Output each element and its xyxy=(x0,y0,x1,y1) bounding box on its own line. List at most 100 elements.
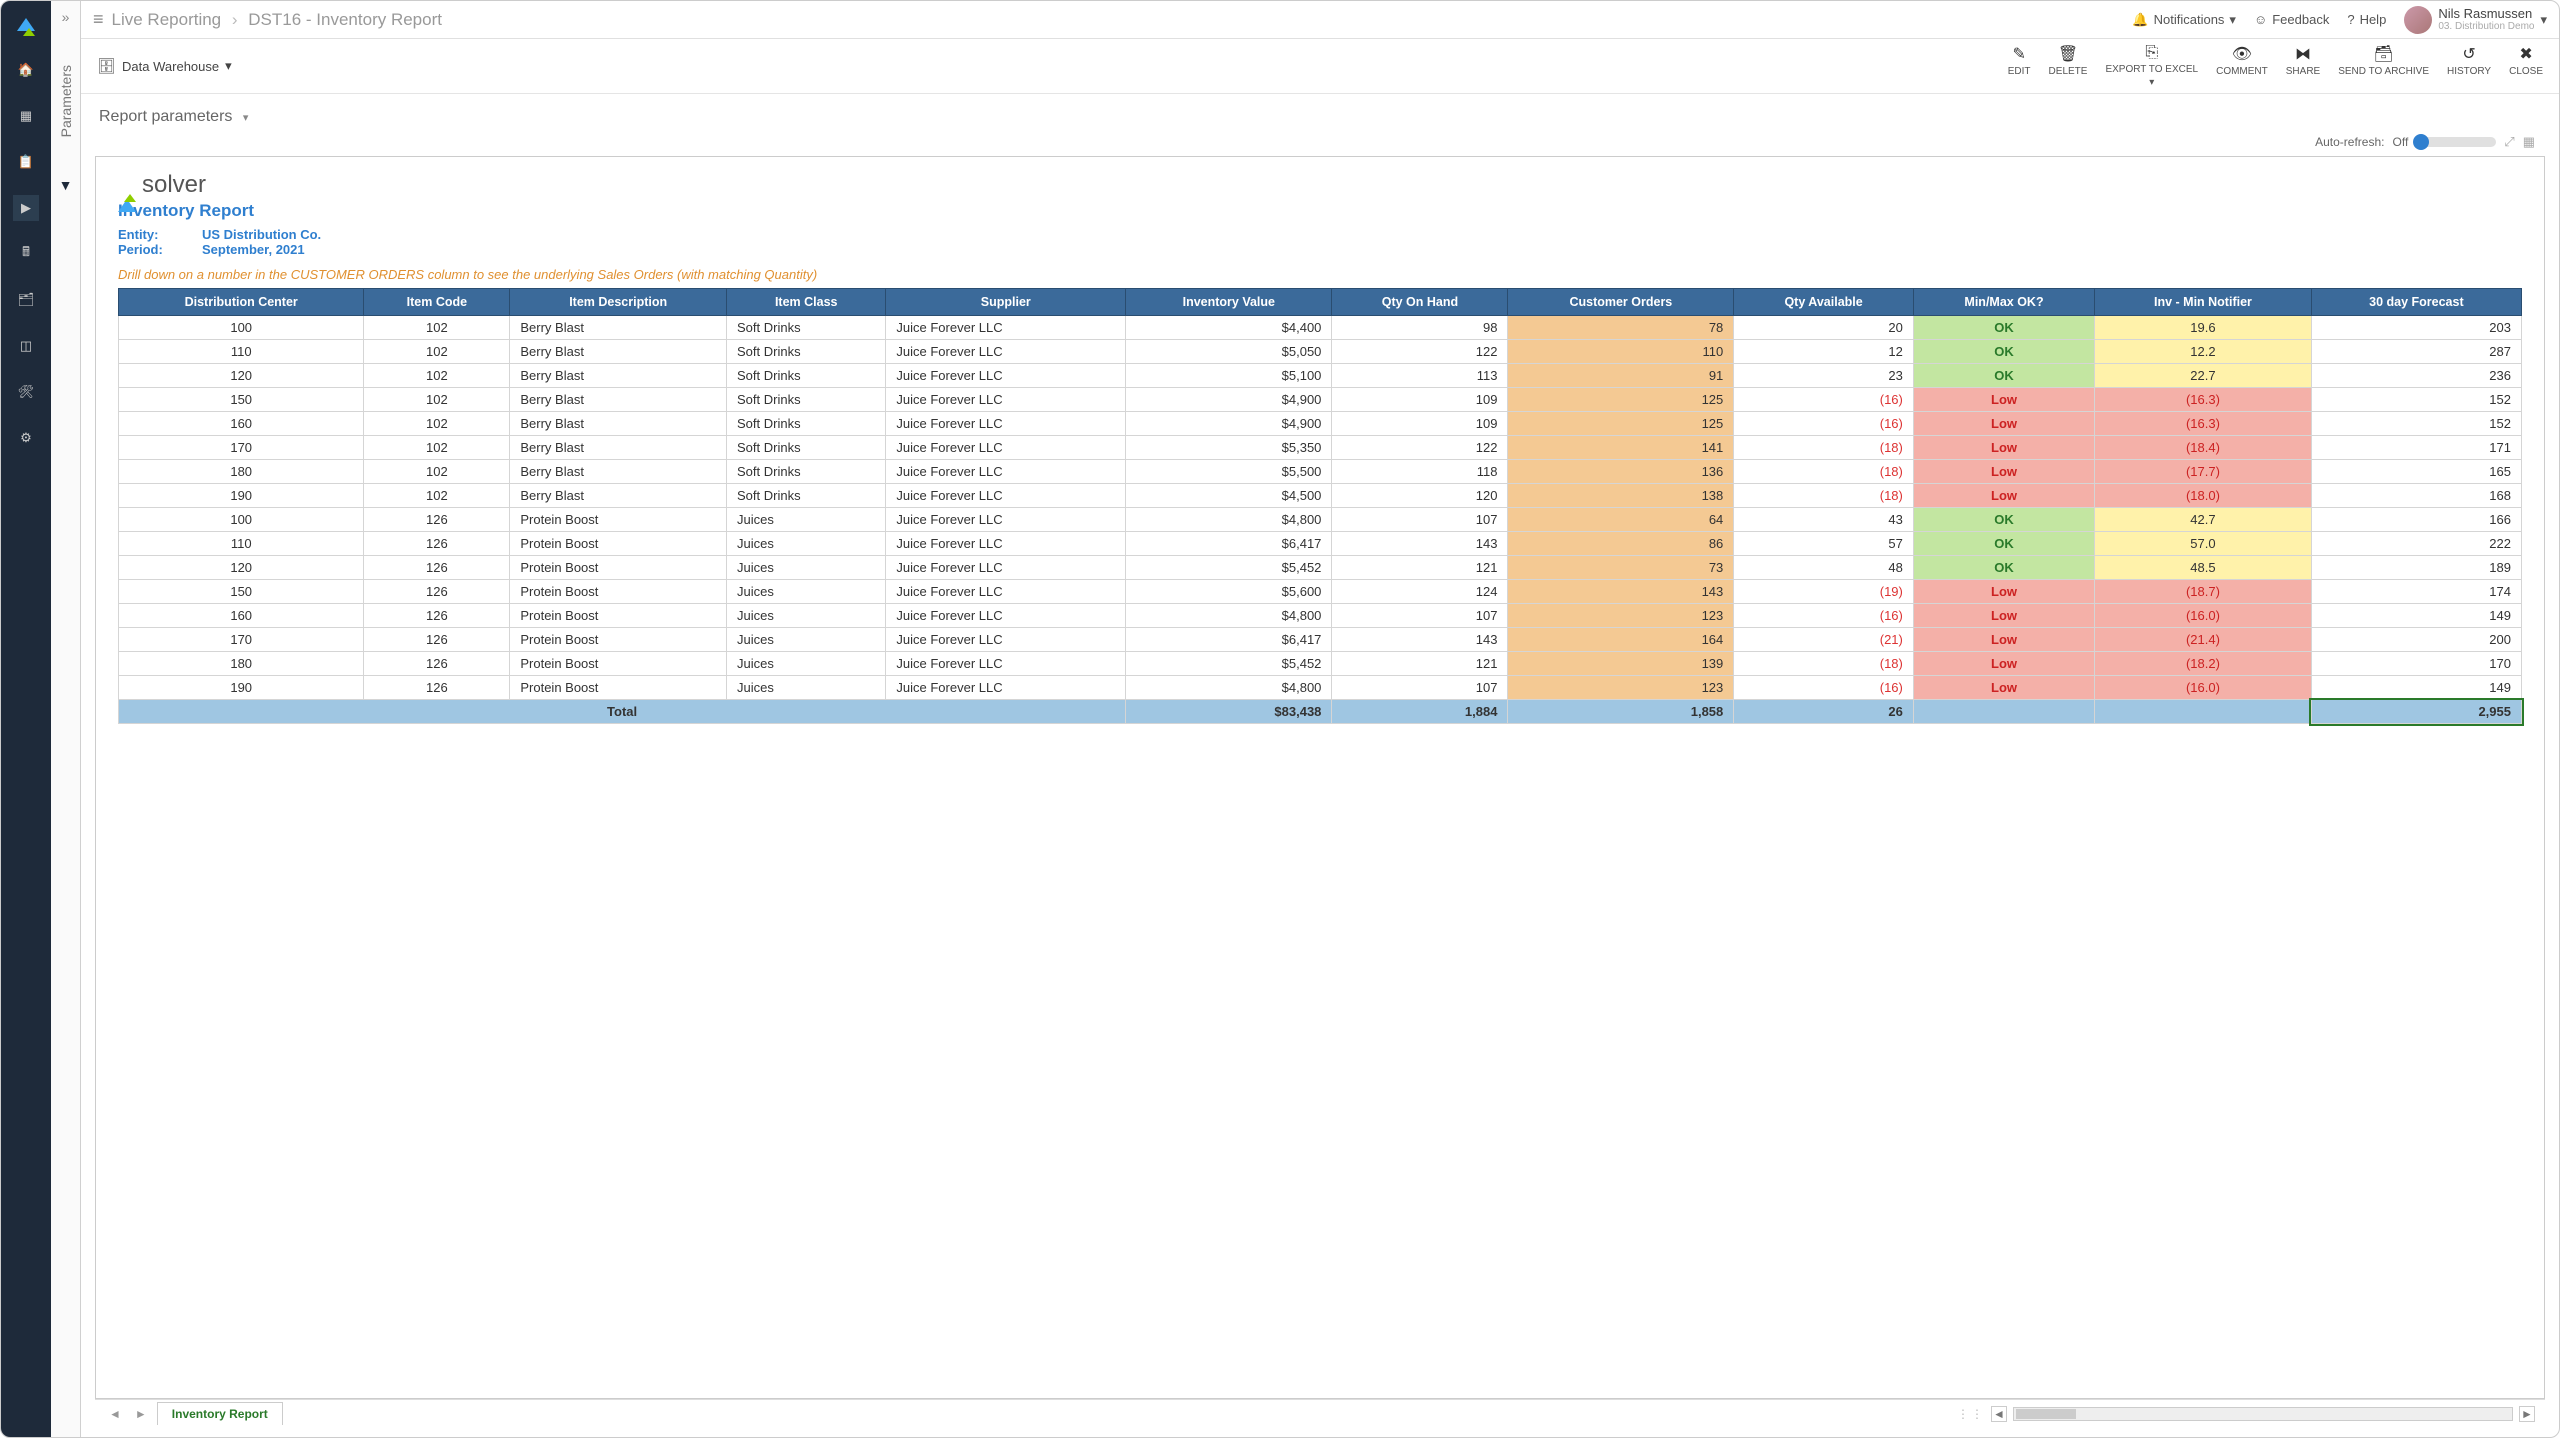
module-icon[interactable]: ▦ xyxy=(13,103,39,129)
notifications-menu[interactable]: 🔔 Notifications ▾ xyxy=(2132,12,2236,28)
cell-customer-orders[interactable]: 136 xyxy=(1508,460,1734,484)
cell-customer-orders[interactable]: 164 xyxy=(1508,628,1734,652)
brand-logo-icon[interactable] xyxy=(13,11,39,37)
sheet-tab-inventory[interactable]: Inventory Report xyxy=(157,1402,283,1425)
cell-qty-available: (16) xyxy=(1734,676,1914,700)
cell-customer-orders[interactable]: 86 xyxy=(1508,532,1734,556)
menu-icon[interactable]: ≡ xyxy=(93,9,104,30)
column-header[interactable]: Item Code xyxy=(364,289,510,316)
cell-customer-orders[interactable]: 110 xyxy=(1508,340,1734,364)
report-frame[interactable]: solver Inventory Report Entity: US Distr… xyxy=(95,156,2545,1399)
export-button[interactable]: ⎘EXPORT TO EXCEL▾ xyxy=(2105,44,2198,88)
column-header[interactable]: Qty Available xyxy=(1734,289,1914,316)
history-button[interactable]: ↺HISTORY xyxy=(2447,44,2491,88)
share-button[interactable]: ⧓SHARE xyxy=(2286,44,2320,88)
cell-notifier: (16.3) xyxy=(2095,388,2312,412)
cell-customer-orders[interactable]: 125 xyxy=(1508,388,1734,412)
column-header[interactable]: Min/Max OK? xyxy=(1913,289,2094,316)
tab-prev-icon[interactable]: ◄ xyxy=(105,1407,125,1421)
cell-customer-orders[interactable]: 143 xyxy=(1508,580,1734,604)
close-button[interactable]: ✖CLOSE xyxy=(2509,44,2543,88)
expand-icon[interactable]: ⤢ xyxy=(2504,134,2514,150)
cell-customer-orders[interactable]: 91 xyxy=(1508,364,1734,388)
auto-refresh-toggle[interactable] xyxy=(2416,137,2496,147)
horizontal-scrollbar[interactable] xyxy=(2013,1407,2513,1421)
cell-notifier: (17.7) xyxy=(2095,460,2312,484)
column-header[interactable]: Qty On Hand xyxy=(1332,289,1508,316)
cell-customer-orders[interactable]: 139 xyxy=(1508,652,1734,676)
cell-customer-orders[interactable]: 138 xyxy=(1508,484,1734,508)
home-icon[interactable]: 🏠 xyxy=(13,57,39,83)
edit-button[interactable]: ✎EDIT xyxy=(2008,44,2031,88)
cell-customer-orders[interactable]: 123 xyxy=(1508,604,1734,628)
clipboard-icon[interactable]: 📋 xyxy=(13,149,39,175)
cell-supplier: Juice Forever LLC xyxy=(886,436,1126,460)
table-row: 170102Berry BlastSoft DrinksJuice Foreve… xyxy=(119,436,2522,460)
scroll-right-button[interactable]: ► xyxy=(2519,1406,2535,1422)
cell-class: Soft Drinks xyxy=(727,364,886,388)
delete-button[interactable]: 🗑DELETE xyxy=(2049,44,2088,88)
cell-onhand: 109 xyxy=(1332,412,1508,436)
play-icon[interactable]: ▶ xyxy=(13,195,39,221)
cell-code: 102 xyxy=(364,388,510,412)
cell-onhand: 143 xyxy=(1332,532,1508,556)
table-row: 100126Protein BoostJuicesJuice Forever L… xyxy=(119,508,2522,532)
column-header[interactable]: Supplier xyxy=(886,289,1126,316)
workflow-icon[interactable]: ◫ xyxy=(13,333,39,359)
comment-button[interactable]: 👁COMMENT xyxy=(2216,44,2268,88)
report-header: solver Inventory Report Entity: US Distr… xyxy=(96,157,2544,286)
users-icon[interactable]: 🗂 xyxy=(13,287,39,313)
tools-icon[interactable]: 🛠 xyxy=(13,379,39,405)
cell-desc: Berry Blast xyxy=(510,316,727,340)
cell-minmax: Low xyxy=(1913,412,2094,436)
cell-class: Juices xyxy=(727,676,886,700)
cell-desc: Berry Blast xyxy=(510,436,727,460)
user-role: 03. Distribution Demo xyxy=(2438,21,2534,32)
report-parameters-toggle[interactable]: Report parameters ▾ xyxy=(81,94,2559,130)
cell-customer-orders[interactable]: 73 xyxy=(1508,556,1734,580)
cell-customer-orders[interactable]: 125 xyxy=(1508,412,1734,436)
cell-onhand: 113 xyxy=(1332,364,1508,388)
cell-dc: 170 xyxy=(119,436,364,460)
table-row: 180102Berry BlastSoft DrinksJuice Foreve… xyxy=(119,460,2522,484)
expand-panel-icon[interactable]: » xyxy=(62,9,70,25)
column-header[interactable]: Item Description xyxy=(510,289,727,316)
tab-next-icon[interactable]: ► xyxy=(131,1407,151,1421)
data-source-dropdown[interactable]: 🗄 Data Warehouse ▾ xyxy=(97,57,232,75)
cell-qty-available: 20 xyxy=(1734,316,1914,340)
scroll-left-button[interactable]: ◄ xyxy=(1991,1406,2007,1422)
cell-customer-orders[interactable]: 78 xyxy=(1508,316,1734,340)
cell-qty-available: 43 xyxy=(1734,508,1914,532)
grid-icon[interactable]: ▦ xyxy=(2523,134,2535,150)
cell-onhand: 143 xyxy=(1332,628,1508,652)
calculator-icon[interactable]: 🖩 xyxy=(13,241,39,267)
parameters-label[interactable]: Parameters xyxy=(58,65,74,137)
column-header[interactable]: Item Class xyxy=(727,289,886,316)
cell-qty-available: (16) xyxy=(1734,604,1914,628)
cell-customer-orders[interactable]: 64 xyxy=(1508,508,1734,532)
cell-class: Juices xyxy=(727,508,886,532)
cell-notifier: (18.2) xyxy=(2095,652,2312,676)
column-header[interactable]: Distribution Center xyxy=(119,289,364,316)
cell-customer-orders[interactable]: 141 xyxy=(1508,436,1734,460)
user-menu[interactable]: Nils Rasmussen 03. Distribution Demo ▾ xyxy=(2404,6,2547,34)
cell-customer-orders[interactable]: 123 xyxy=(1508,676,1734,700)
column-header[interactable]: Customer Orders xyxy=(1508,289,1734,316)
cell-supplier: Juice Forever LLC xyxy=(886,340,1126,364)
cell-supplier: Juice Forever LLC xyxy=(886,484,1126,508)
cell-forecast: 236 xyxy=(2311,364,2521,388)
column-header[interactable]: Inventory Value xyxy=(1126,289,1332,316)
archive-button[interactable]: 🗃SEND TO ARCHIVE xyxy=(2338,44,2429,88)
settings-icon[interactable]: ⚙ xyxy=(13,425,39,451)
column-header[interactable]: 30 day Forecast xyxy=(2311,289,2521,316)
column-header[interactable]: Inv - Min Notifier xyxy=(2095,289,2312,316)
filter-icon[interactable]: ▼ xyxy=(59,177,73,193)
feedback-button[interactable]: ☺ Feedback xyxy=(2254,12,2329,27)
cell-notifier: (18.4) xyxy=(2095,436,2312,460)
cell-inv-value: $4,800 xyxy=(1126,604,1332,628)
cell-desc: Protein Boost xyxy=(510,556,727,580)
cell-desc: Berry Blast xyxy=(510,364,727,388)
help-button[interactable]: ? Help xyxy=(2347,12,2386,27)
breadcrumb-root[interactable]: Live Reporting xyxy=(112,10,222,29)
tab-resize-handle[interactable]: ⋮⋮ xyxy=(1957,1407,1985,1421)
